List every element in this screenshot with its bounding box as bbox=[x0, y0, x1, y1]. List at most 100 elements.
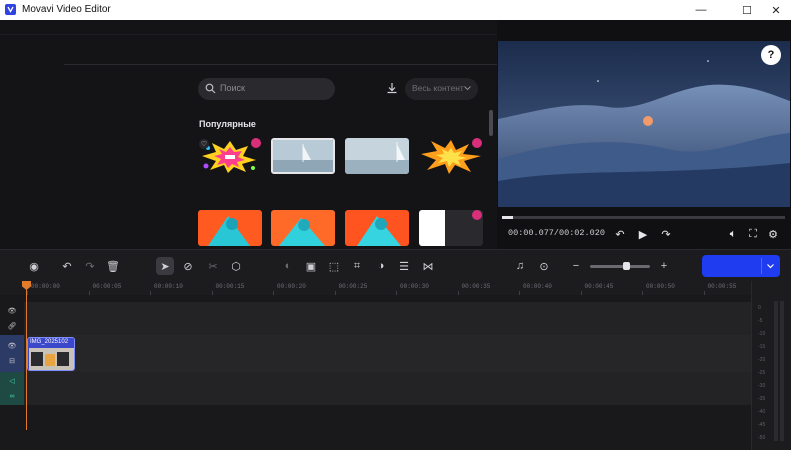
content-filter-dropdown[interactable]: Весь контент bbox=[405, 78, 478, 100]
desert-night-image bbox=[498, 41, 790, 207]
download-icon[interactable] bbox=[384, 80, 400, 96]
meter-scale-label: 0 bbox=[758, 305, 761, 311]
visibility-eye-icon[interactable]: 👁︎ bbox=[7, 306, 17, 316]
heart-icon[interactable]: ♡ bbox=[199, 139, 209, 149]
track-header-video: 👁︎ ⊟ bbox=[0, 335, 24, 372]
effect-thumbnail-selected[interactable] bbox=[271, 138, 335, 174]
ruler-tick-label: 00:00:10 bbox=[154, 283, 183, 290]
help-button[interactable]: ? bbox=[761, 45, 781, 65]
meter-scale-label: -5 bbox=[758, 318, 763, 324]
divider bbox=[64, 64, 497, 65]
settings-gear-icon[interactable]: ⚙ bbox=[765, 226, 781, 242]
window-title: Movavi Video Editor bbox=[22, 4, 111, 15]
redo-icon[interactable]: ↷ bbox=[81, 257, 99, 275]
effect-thumbnail[interactable] bbox=[419, 138, 483, 174]
delete-icon[interactable]: 🗑︎ bbox=[104, 257, 122, 275]
zoom-slider-thumb[interactable] bbox=[623, 262, 630, 270]
overlay-track[interactable] bbox=[24, 302, 751, 335]
filters-icon[interactable]: ☰ bbox=[395, 257, 413, 275]
crop-icon[interactable]: ⌗ bbox=[348, 257, 366, 275]
app-logo-icon bbox=[5, 4, 16, 15]
zoom-out-icon[interactable]: − bbox=[567, 257, 585, 275]
lock-icon[interactable]: ⊟ bbox=[7, 356, 17, 366]
browser-scrollbar[interactable] bbox=[489, 110, 493, 136]
meter-scale-label: -25 bbox=[758, 370, 766, 376]
fullscreen-icon[interactable]: ⛶ bbox=[745, 226, 761, 242]
meter-scale-label: -35 bbox=[758, 396, 766, 402]
audio-track[interactable] bbox=[24, 372, 751, 405]
audio-detach-icon[interactable]: ♫ bbox=[511, 257, 529, 275]
play-icon[interactable]: ▶ bbox=[635, 226, 651, 242]
ruler-tick-label: 00:00:50 bbox=[646, 283, 675, 290]
link-icon[interactable]: 🔗︎ bbox=[7, 321, 17, 331]
visibility-eye-icon[interactable]: 👁︎ bbox=[7, 341, 17, 351]
premium-badge-icon bbox=[251, 138, 261, 148]
export-button[interactable] bbox=[702, 255, 780, 277]
video-track[interactable] bbox=[24, 335, 751, 372]
audio-speaker-icon[interactable]: ◁ bbox=[7, 376, 17, 386]
effect-thumbnail[interactable] bbox=[419, 210, 483, 246]
undo-icon[interactable]: ↶ bbox=[58, 257, 76, 275]
effect-thumbnail[interactable]: ♡ bbox=[198, 138, 262, 174]
ruler-tick-label: 00:00:40 bbox=[523, 283, 552, 290]
chevron-down-icon[interactable] bbox=[767, 264, 774, 269]
color-adjust-icon[interactable]: ◑ bbox=[372, 257, 390, 275]
step-back-icon[interactable]: ↶ bbox=[612, 226, 628, 242]
premium-badge-icon bbox=[472, 138, 482, 148]
effect-thumbnail[interactable] bbox=[345, 210, 409, 246]
effect-thumbnail[interactable] bbox=[198, 210, 262, 246]
meter-scale-label: -10 bbox=[758, 331, 766, 337]
volume-icon[interactable]: 🔈︎ bbox=[725, 226, 741, 242]
zoom-slider[interactable] bbox=[590, 265, 650, 268]
timeline-ruler[interactable]: 00:00:00 00:00:05 00:00:10 00:00:15 00:00:20… bbox=[0, 281, 751, 295]
ruler-tick-label: 00:00:45 bbox=[584, 283, 614, 290]
ai-enhance-icon[interactable]: ▣ bbox=[302, 257, 320, 275]
ruler-tick-label: 00:00:30 bbox=[400, 283, 429, 290]
effect-thumbnail[interactable] bbox=[345, 138, 409, 174]
video-clip[interactable]: IMG_2025102 bbox=[27, 337, 75, 371]
playback-progress-fill bbox=[502, 216, 514, 219]
select-tool-icon[interactable]: ➤ bbox=[156, 257, 174, 275]
meter-bar-left bbox=[774, 301, 778, 441]
record-icon[interactable]: ◉ bbox=[25, 257, 43, 275]
preview-panel: ? 00:00.077/00:02.020 ↶ ▶ ↷ 🔈︎ ⛶ ⚙ bbox=[497, 20, 791, 249]
cut-icon[interactable]: ✂ bbox=[204, 257, 222, 275]
ruler-tick-label: 00:00:20 bbox=[277, 283, 306, 290]
meter-scale-label: -20 bbox=[758, 357, 766, 363]
meter-scale-label: -15 bbox=[758, 344, 766, 350]
zoom-in-icon[interactable]: + bbox=[655, 257, 673, 275]
step-forward-icon[interactable]: ↷ bbox=[658, 226, 674, 242]
search-input[interactable]: Поиск bbox=[198, 78, 335, 100]
snap-icon[interactable]: ⊙ bbox=[535, 257, 553, 275]
divider bbox=[761, 258, 762, 274]
title-bar: Movavi Video Editor — ☐ ✕ bbox=[0, 0, 791, 20]
timeline-tracks: 👁︎ 🔗︎ 👁︎ ⊟ ◁ ∞ bbox=[0, 295, 751, 450]
blade-tool-icon[interactable]: ⊘ bbox=[179, 257, 197, 275]
clip-name: IMG_2025102 bbox=[30, 339, 69, 345]
audio-effect-icon[interactable]: ◐ bbox=[279, 257, 297, 275]
transition-icon[interactable]: ⋈ bbox=[419, 257, 437, 275]
section-title: Популярные bbox=[199, 119, 256, 129]
search-placeholder: Поиск bbox=[220, 83, 245, 93]
content-filter-label: Весь контент bbox=[412, 83, 464, 93]
color-filter-image bbox=[345, 210, 409, 246]
stabilize-icon[interactable]: ⬡ bbox=[227, 257, 245, 275]
ruler-tick-label: 00:00:55 bbox=[707, 283, 737, 290]
content-browser: Поиск Весь контент Популярные ♡ bbox=[0, 20, 497, 249]
playhead[interactable] bbox=[26, 288, 27, 430]
color-filter-image bbox=[198, 210, 262, 246]
meter-bar-right bbox=[780, 301, 784, 441]
link-icon[interactable]: ∞ bbox=[7, 391, 17, 401]
track-header-overlay: 👁︎ 🔗︎ bbox=[0, 302, 24, 335]
audio-level-meter: 0 -5 -10 -15 -20 -25 -30 -35 -40 -45 -50 bbox=[751, 281, 791, 450]
premium-badge-icon bbox=[472, 210, 482, 220]
video-frame bbox=[498, 41, 790, 207]
minimize-button[interactable]: — bbox=[683, 0, 719, 20]
background-removal-icon[interactable]: ⬚ bbox=[325, 257, 343, 275]
playback-progress[interactable] bbox=[502, 216, 785, 219]
search-icon bbox=[205, 83, 216, 94]
effect-thumbnail[interactable] bbox=[271, 210, 335, 246]
chevron-down-icon bbox=[464, 86, 471, 91]
close-button[interactable]: ✕ bbox=[758, 0, 791, 20]
sailboat-image bbox=[345, 138, 409, 174]
